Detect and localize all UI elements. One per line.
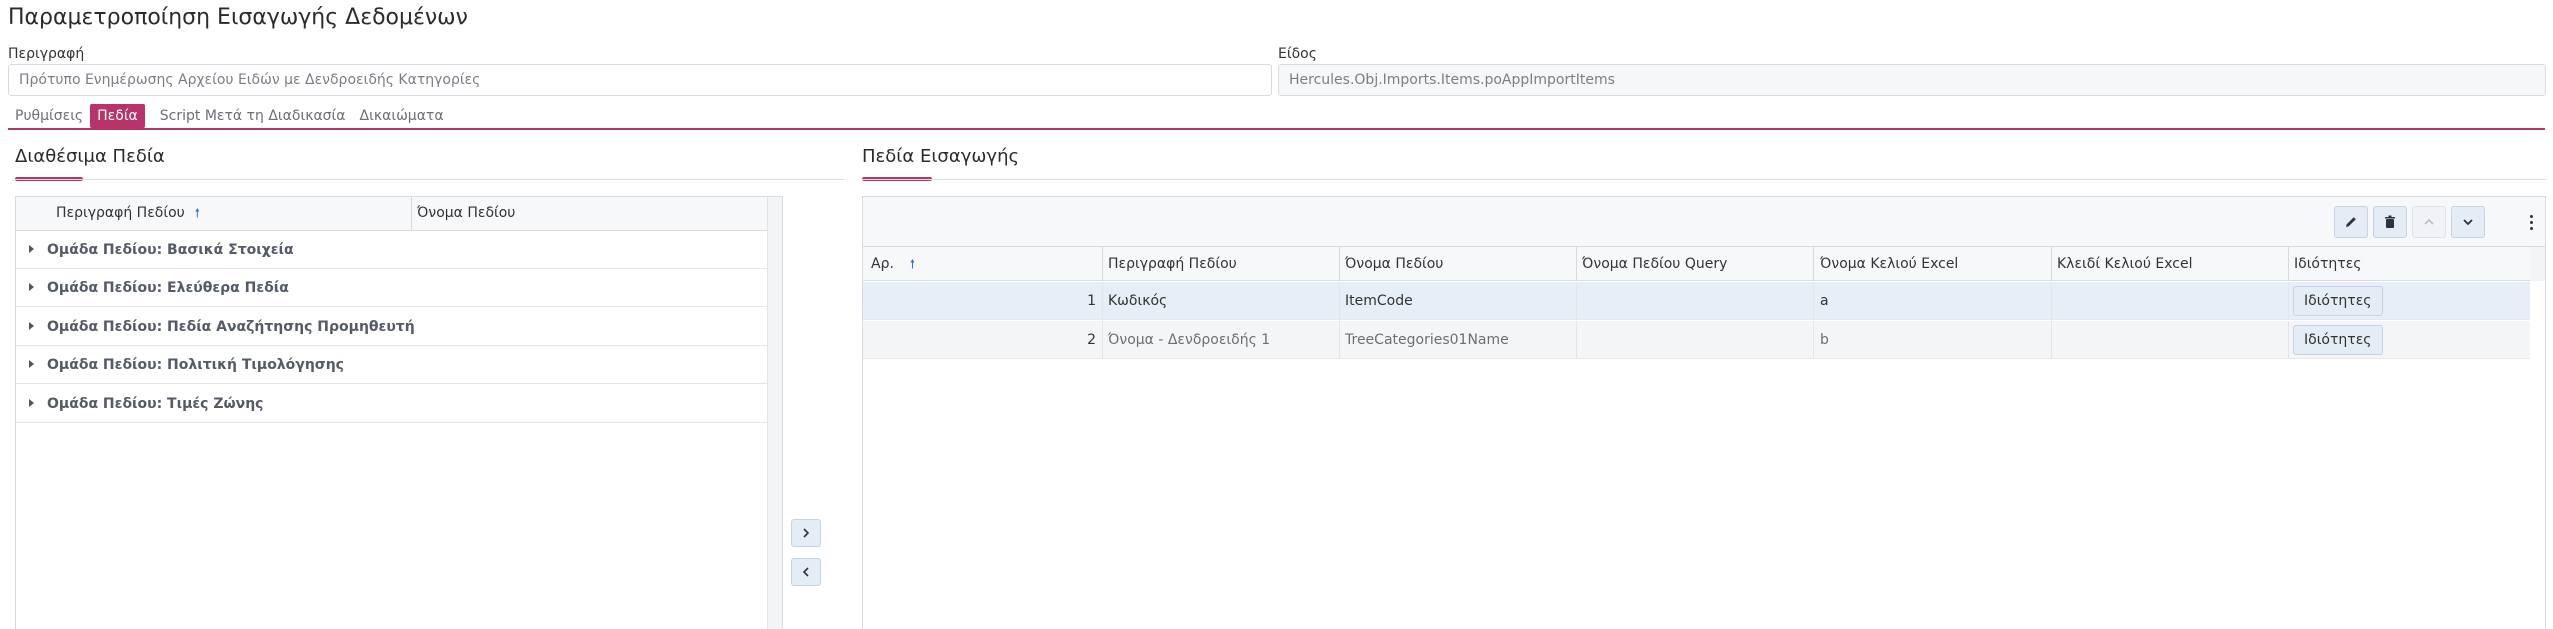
cell-separator <box>2288 321 2289 359</box>
column-header-excel-cell[interactable]: Όνομα Κελιού Excel <box>1820 247 1958 281</box>
column-header-excel-key[interactable]: Κλειδί Κελιού Excel <box>2057 247 2193 281</box>
cell-separator <box>2051 282 2052 320</box>
properties-button[interactable]: Ιδιότητες <box>2293 325 2383 355</box>
available-fields-divider <box>15 179 844 180</box>
group-row[interactable]: Ομάδα Πεδίου: Πεδία Αναζήτησης Προμηθευτ… <box>16 308 769 346</box>
row-excel-cell[interactable]: a <box>1820 282 2045 320</box>
tab-settings[interactable]: Ρυθμίσεις <box>8 104 90 128</box>
vertical-scrollbar[interactable] <box>2530 247 2545 281</box>
cell-separator <box>2288 282 2289 320</box>
group-row[interactable]: Ομάδα Πεδίου: Πολιτική Τιμολόγησης <box>16 346 769 384</box>
caret-right-icon <box>29 245 34 253</box>
type-field: Hercules.Obj.Imports.Items.poAppImportIt… <box>1278 64 2546 96</box>
group-label: Ομάδα Πεδίου: Ελεύθερα Πεδία <box>47 280 289 296</box>
delete-button[interactable] <box>2373 206 2407 238</box>
row-query-name[interactable] <box>1582 282 1807 320</box>
row-number: 1 <box>1087 293 1096 309</box>
caret-right-icon <box>29 322 34 330</box>
type-label: Είδος <box>1278 46 1317 62</box>
column-header-description-label: Περιγραφή Πεδίου <box>56 205 185 221</box>
row-excel-key[interactable] <box>2057 282 2282 320</box>
row-excel-cell[interactable]: b <box>1820 321 2045 359</box>
chevron-right-icon <box>803 528 810 538</box>
chevron-up-icon <box>2424 218 2434 225</box>
row-description: Κωδικός <box>1108 293 1168 309</box>
tab-divider <box>8 128 2545 130</box>
group-row[interactable]: Ομάδα Πεδίου: Τιμές Ζώνης <box>16 385 769 423</box>
group-label: Ομάδα Πεδίου: Βασικά Στοιχεία <box>47 242 294 258</box>
description-field[interactable]: Πρότυπο Ενημέρωσης Αρχείου Ειδών με Δενδ… <box>8 64 1272 96</box>
grid-toolbar <box>863 197 2545 247</box>
properties-button[interactable]: Ιδιότητες <box>2293 286 2383 316</box>
cell-separator <box>2051 321 2052 359</box>
tab-post-script[interactable]: Script Μετά τη Διαδικασία <box>153 104 353 128</box>
more-vertical-icon[interactable] <box>2525 209 2537 235</box>
import-fields-header: Αρ. 🠕 Περιγραφή Πεδίου Όνομα Πεδίου Όνομα… <box>863 247 2530 281</box>
column-separator <box>1339 247 1340 281</box>
tab-fields[interactable]: Πεδία <box>90 104 145 128</box>
group-row[interactable]: Ομάδα Πεδίου: Ελεύθερα Πεδία <box>16 269 769 307</box>
arrow-up-icon: 🠕 <box>194 206 200 220</box>
group-label: Ομάδα Πεδίου: Τιμές Ζώνης <box>47 396 264 412</box>
edit-icon <box>2346 217 2356 227</box>
group-label: Ομάδα Πεδίου: Πολιτική Τιμολόγησης <box>47 357 344 373</box>
column-separator <box>1813 247 1814 281</box>
remove-field-button[interactable] <box>791 558 821 586</box>
available-fields-grid: Περιγραφή Πεδίου 🠕 Όνομα Πεδίου Ομάδα Πεδ… <box>15 196 783 629</box>
column-separator <box>1576 247 1577 281</box>
column-header-properties[interactable]: Ιδιότητες <box>2294 247 2362 281</box>
column-header-description[interactable]: Περιγραφή Πεδίου 🠕 <box>56 197 200 230</box>
chevron-left-icon <box>802 567 809 577</box>
cell-separator <box>1576 282 1577 320</box>
row-number: 2 <box>1087 332 1096 348</box>
description-label: Περιγραφή <box>8 46 85 62</box>
table-row[interactable]: 2 Όνομα - Δενδροειδής 1 TreeCategories01… <box>863 321 2530 359</box>
trash-icon <box>2385 215 2395 228</box>
cell-separator <box>1339 282 1340 320</box>
cell-separator <box>1102 282 1103 320</box>
table-row[interactable]: 1 Κωδικός ItemCode a Ιδιότητες <box>863 282 2530 320</box>
row-excel-key[interactable] <box>2057 321 2282 359</box>
cell-separator <box>1813 282 1814 320</box>
column-header-field-name[interactable]: Όνομα Πεδίου <box>1345 247 1443 281</box>
cell-separator <box>1339 321 1340 359</box>
add-field-button[interactable] <box>791 519 821 547</box>
available-fields-header: Περιγραφή Πεδίου 🠕 Όνομα Πεδίου <box>16 197 769 231</box>
column-separator <box>1102 247 1103 281</box>
cell-separator <box>1813 321 1814 359</box>
row-field-name: ItemCode <box>1345 293 1413 309</box>
tab-bar: Ρυθμίσεις Πεδία Script Μετά τη Διαδικασί… <box>8 104 451 128</box>
arrow-up-icon: 🠕 <box>909 257 916 271</box>
row-description: Όνομα - Δενδροειδής 1 <box>1108 332 1271 348</box>
edit-button[interactable] <box>2334 206 2368 238</box>
row-query-name[interactable] <box>1582 321 1807 359</box>
row-field-name: TreeCategories01Name <box>1345 332 1509 348</box>
column-separator <box>411 197 412 230</box>
vertical-scrollbar[interactable] <box>767 197 782 629</box>
caret-right-icon <box>29 283 34 291</box>
tab-permissions[interactable]: Δικαιώματα <box>353 104 451 128</box>
column-header-query-name[interactable]: Όνομα Πεδίου Query <box>1582 247 1727 281</box>
import-fields-grid: Αρ. 🠕 Περιγραφή Πεδίου Όνομα Πεδίου Όνομα… <box>862 196 2546 629</box>
import-fields-divider <box>862 179 2546 180</box>
page-title: Παραμετροποίηση Εισαγωγής Δεδομένων <box>8 5 468 30</box>
column-header-number-label: Αρ. <box>871 256 894 272</box>
caret-right-icon <box>29 399 34 407</box>
column-header-field-name[interactable]: Όνομα Πεδίου <box>417 197 515 230</box>
available-fields-title: Διαθέσιμα Πεδία <box>15 146 165 167</box>
caret-right-icon <box>29 360 34 368</box>
group-row[interactable]: Ομάδα Πεδίου: Βασικά Στοιχεία <box>16 231 769 269</box>
move-up-button[interactable] <box>2412 206 2446 238</box>
move-down-button[interactable] <box>2451 206 2485 238</box>
cell-separator <box>1102 321 1103 359</box>
column-separator <box>2288 247 2289 281</box>
chevron-down-icon <box>2463 219 2473 226</box>
column-header-number[interactable]: Αρ. 🠕 <box>871 247 915 281</box>
group-label: Ομάδα Πεδίου: Πεδία Αναζήτησης Προμηθευτ… <box>47 319 415 335</box>
column-header-description[interactable]: Περιγραφή Πεδίου <box>1108 247 1237 281</box>
cell-separator <box>1576 321 1577 359</box>
column-separator <box>2051 247 2052 281</box>
import-fields-title: Πεδία Εισαγωγής <box>862 146 1020 167</box>
